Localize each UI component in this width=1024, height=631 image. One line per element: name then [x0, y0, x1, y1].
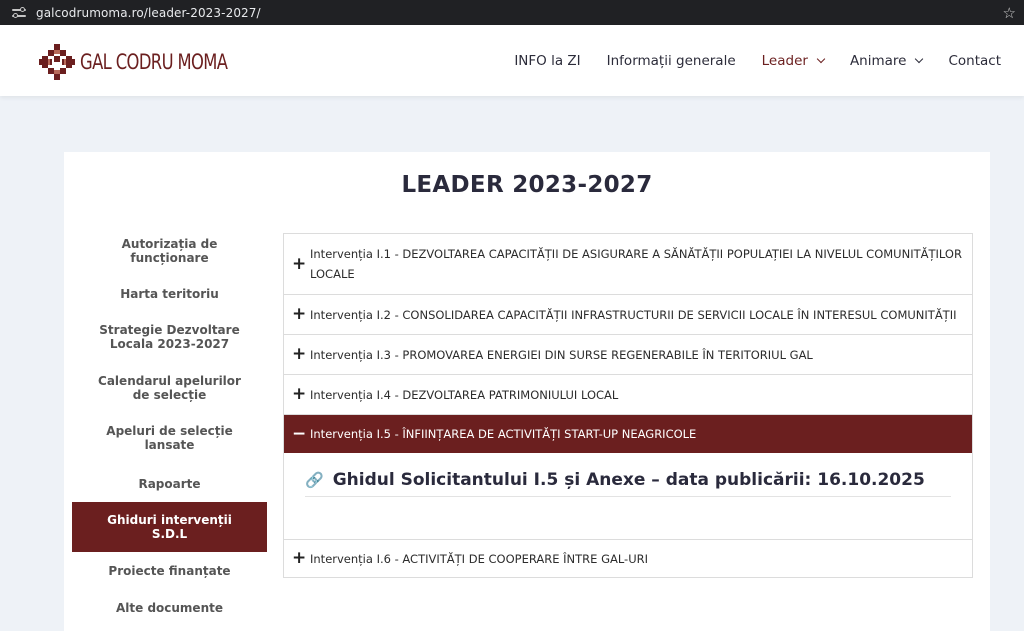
accordion-header-i3[interactable]: + Intervenția I.3 - PROMOVAREA ENERGIEI …: [284, 335, 972, 374]
plus-icon: +: [292, 344, 307, 364]
page-title: LEADER 2023-2027: [401, 172, 653, 198]
accordion-label: Intervenția I.1 - DEZVOLTAREA CAPACITĂȚI…: [310, 247, 962, 281]
accordion-header-i2[interactable]: + Intervenția I.2 - CONSOLIDAREA CAPACIT…: [284, 295, 972, 334]
sidebar-item-rapoarte[interactable]: Rapoarte: [72, 466, 267, 502]
guide-document-link[interactable]: 🔗 Ghidul Solicitantului I.5 și Anexe – d…: [305, 470, 951, 497]
accordion-label: Intervenția I.3 - PROMOVAREA ENERGIEI DI…: [310, 347, 813, 362]
accordion-header-i5[interactable]: − Intervenția I.5 - ÎNFIINȚAREA DE ACTIV…: [284, 415, 972, 453]
accordion-item: + Intervenția I.3 - PROMOVAREA ENERGIEI …: [283, 334, 973, 374]
nav-info-la-zi[interactable]: INFO la ZI: [514, 53, 580, 69]
sidebar-item-harta-teritoriu[interactable]: Harta teritoriu: [72, 280, 267, 308]
content-card: LEADER 2023-2027 Autorizația de funcțion…: [64, 152, 990, 631]
nav-animare[interactable]: Animare: [849, 52, 924, 69]
sidebar-item-ghiduri[interactable]: Ghiduri intervenții S.D.L: [72, 502, 267, 552]
accordion-label: Intervenția I.2 - CONSOLIDAREA CAPACITĂȚ…: [310, 307, 957, 322]
site-info-icon[interactable]: [12, 6, 26, 19]
accordion-item: + Intervenția I.4 - DEZVOLTAREA PATRIMON…: [283, 374, 973, 414]
browser-address-bar[interactable]: galcodrumoma.ro/leader-2023-2027/ ☆: [0, 0, 1024, 25]
accordion-header-i6[interactable]: + Intervenția I.6 - ACTIVITĂȚI DE COOPER…: [284, 540, 972, 577]
accordion-label: Intervenția I.5 - ÎNFIINȚAREA DE ACTIVIT…: [310, 427, 697, 441]
nav-label: INFO la ZI: [514, 52, 581, 69]
accordion-item: + Intervenția I.6 - ACTIVITĂȚI DE COOPER…: [283, 539, 973, 578]
plus-icon: +: [292, 304, 307, 324]
nav-informatii-generale[interactable]: Informații generale: [607, 53, 736, 69]
nav-contact[interactable]: Contact: [948, 53, 1001, 69]
sidebar-item-proiecte[interactable]: Proiecte finanțate: [72, 552, 267, 590]
interventions-accordion: + Intervenția I.1 - DEZVOLTAREA CAPACITĂ…: [283, 233, 973, 578]
logo-mark-icon: [39, 44, 75, 80]
chevron-down-icon: [816, 54, 826, 63]
accordion-item-open: − Intervenția I.5 - ÎNFIINȚAREA DE ACTIV…: [283, 414, 973, 539]
nav-label: Contact: [948, 52, 1001, 69]
chevron-down-icon: [915, 54, 924, 63]
sidebar-item-apeluri[interactable]: Apeluri de selecție lansate: [72, 410, 267, 466]
sidebar: Autorizația de funcționare Harta teritor…: [72, 222, 267, 626]
sidebar-item-calendarul[interactable]: Calendarul apelurilor de selecție: [72, 366, 267, 410]
main-nav: INFO la ZI Informații generale Leader An…: [488, 25, 1001, 96]
bookmark-star-icon[interactable]: ☆: [1003, 4, 1016, 22]
nav-label: Leader: [761, 52, 808, 69]
accordion-panel-i5: 🔗 Ghidul Solicitantului I.5 și Anexe – d…: [284, 453, 972, 539]
sidebar-item-autorizatia[interactable]: Autorizația de funcționare: [72, 222, 267, 280]
plus-icon: +: [292, 384, 307, 404]
site-header: GAL CODRU MOMA INFO la ZI Informații gen…: [0, 25, 1024, 96]
nav-label: Animare: [849, 52, 907, 69]
link-icon: 🔗: [305, 471, 324, 489]
plus-icon: +: [292, 548, 307, 568]
logo-text: GAL CODRU MOMA: [80, 50, 228, 74]
guide-document-title: Ghidul Solicitantului I.5 și Anexe – dat…: [332, 470, 925, 490]
accordion-header-i4[interactable]: + Intervenția I.4 - DEZVOLTAREA PATRIMON…: [284, 375, 972, 414]
accordion-label: Intervenția I.6 - ACTIVITĂȚI DE COOPERAR…: [310, 551, 649, 566]
accordion-item: + Intervenția I.2 - CONSOLIDAREA CAPACIT…: [283, 294, 973, 334]
accordion-header-i1[interactable]: + Intervenția I.1 - DEZVOLTAREA CAPACITĂ…: [284, 234, 972, 294]
minus-icon: −: [292, 423, 307, 444]
sidebar-item-alte-documente[interactable]: Alte documente: [72, 590, 267, 626]
accordion-item: + Intervenția I.1 - DEZVOLTAREA CAPACITĂ…: [283, 233, 973, 294]
sidebar-item-strategie[interactable]: Strategie Dezvoltare Locala 2023-2027: [72, 308, 267, 366]
nav-label: Informații generale: [606, 52, 736, 69]
accordion-label: Intervenția I.4 - DEZVOLTAREA PATRIMONIU…: [310, 387, 619, 402]
plus-icon: +: [292, 253, 307, 274]
url-text[interactable]: galcodrumoma.ro/leader-2023-2027/: [36, 6, 1003, 20]
nav-leader[interactable]: Leader: [761, 52, 826, 69]
site-logo[interactable]: GAL CODRU MOMA: [38, 43, 269, 81]
